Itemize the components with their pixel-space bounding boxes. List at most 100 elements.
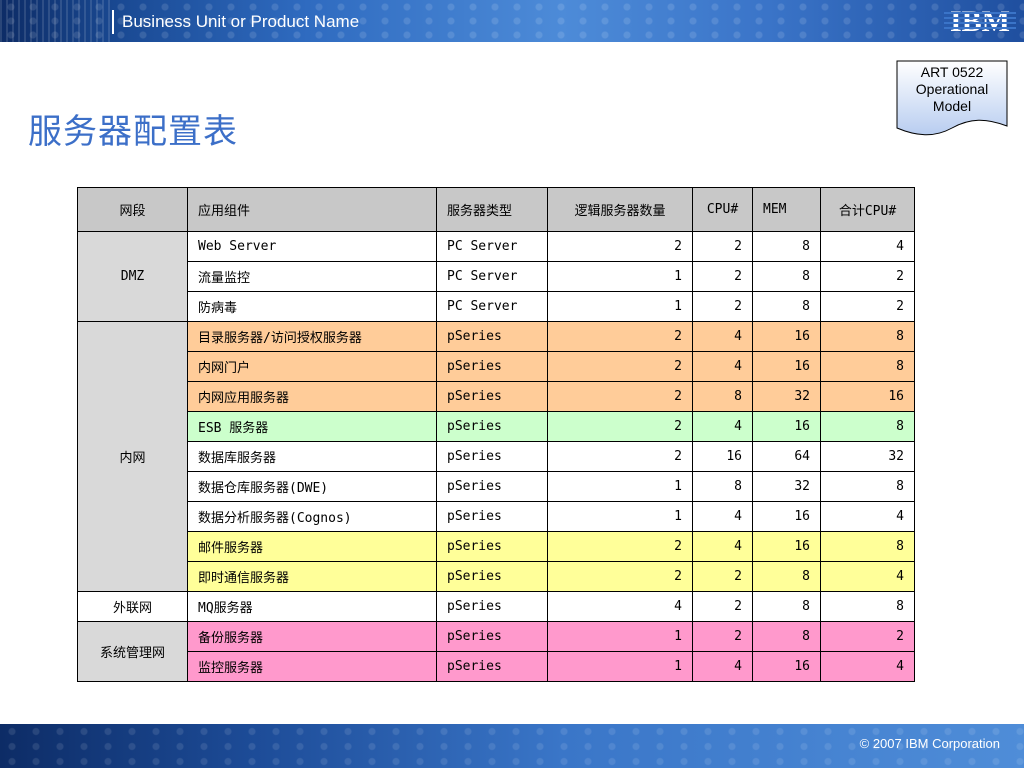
table-cell: 2 (692, 561, 753, 592)
table-cell: 4 (692, 321, 753, 352)
ibm-logo-icon: IBM (944, 6, 1016, 36)
table-row: 内网 目录服务器/访问授权服务器 pSeries 2 4 16 8 (77, 321, 915, 592)
header-stripe-pattern (0, 0, 110, 42)
table-cell: 2 (820, 261, 915, 292)
table-cell: pSeries (436, 531, 548, 562)
header-title-wrap: Business Unit or Product Name (112, 9, 359, 35)
column-header: 服务器类型 (436, 187, 548, 232)
table-cell: PC Server (436, 291, 548, 322)
table-cell: 8 (820, 411, 915, 442)
badge-line: Operational (915, 81, 989, 97)
table-row: 邮件服务器 pSeries 2 4 16 8 (78, 531, 915, 562)
table-cell: 1 (547, 291, 693, 322)
table-row: 内网应用服务器 pSeries 2 8 32 16 (78, 381, 915, 412)
table-cell: 数据仓库服务器(DWE) (187, 471, 437, 502)
server-config-table: 网段 应用组件 服务器类型 逻辑服务器数量 CPU# MEM 合计CPU# DM… (77, 187, 915, 682)
table-cell: pSeries (436, 651, 548, 682)
table-row: 外联网 MQ服务器 pSeries 4 2 8 8 (77, 591, 915, 622)
table-cell: 8 (752, 621, 821, 652)
header-title: Business Unit or Product Name (122, 12, 360, 31)
column-header: MEM (752, 187, 821, 232)
table-cell: 4 (820, 651, 915, 682)
table-row: 内网门户 pSeries 2 4 16 8 (78, 351, 915, 382)
table-row: 数据分析服务器(Cognos) pSeries 1 4 16 4 (78, 501, 915, 532)
badge-line: ART 0522 (920, 64, 984, 80)
table-cell: 8 (820, 471, 915, 502)
table-cell: 2 (547, 441, 693, 472)
table-cell: Web Server (187, 231, 437, 262)
table-cell: 备份服务器 (187, 621, 437, 652)
table-cell: pSeries (436, 321, 548, 352)
table-cell: 目录服务器/访问授权服务器 (187, 321, 437, 352)
table-cell: 8 (692, 471, 753, 502)
table-row: DMZ Web Server PC Server 2 2 8 4 (77, 231, 915, 322)
table-cell: 2 (692, 231, 753, 262)
table-cell: pSeries (436, 411, 548, 442)
table-cell: 2 (547, 231, 693, 262)
table-cell: 监控服务器 (187, 651, 437, 682)
table-cell: 8 (752, 231, 821, 262)
table-cell: 8 (752, 561, 821, 592)
table-cell: 1 (547, 261, 693, 292)
header-band: Business Unit or Product Name IBM (0, 0, 1024, 42)
copyright-text: © 2007 IBM Corporation (859, 736, 1000, 751)
page-title: 服务器配置表 (28, 112, 238, 152)
table-cell: 2 (820, 621, 915, 652)
table-row: ESB 服务器 pSeries 2 4 16 8 (78, 411, 915, 442)
table-cell: 4 (692, 531, 753, 562)
column-header: 应用组件 (187, 187, 437, 232)
header-divider (112, 10, 114, 34)
segment-cell: DMZ (77, 231, 188, 322)
table-cell: 8 (820, 531, 915, 562)
table-cell: 流量监控 (187, 261, 437, 292)
table-header-row: 网段 应用组件 服务器类型 逻辑服务器数量 CPU# MEM 合计CPU# (77, 187, 915, 232)
table-cell: 1 (547, 471, 693, 502)
table-cell: 2 (547, 531, 693, 562)
table-cell: 2 (692, 261, 753, 292)
column-header: CPU# (692, 187, 753, 232)
table-cell: 16 (692, 441, 753, 472)
table-cell: 数据库服务器 (187, 441, 437, 472)
table-cell: 2 (547, 381, 693, 412)
table-cell: 1 (547, 501, 693, 532)
table-cell: 2 (547, 351, 693, 382)
table-cell: 邮件服务器 (187, 531, 437, 562)
table-cell: pSeries (436, 441, 548, 472)
table-cell: pSeries (436, 591, 548, 622)
table-cell: 即时通信服务器 (187, 561, 437, 592)
column-header: 合计CPU# (820, 187, 915, 232)
badge-line: Model (932, 98, 972, 114)
table-row: 防病毒 PC Server 1 2 8 2 (78, 291, 915, 322)
table-cell: 2 (692, 621, 753, 652)
table-cell: 4 (820, 231, 915, 262)
table-cell: 内网应用服务器 (187, 381, 437, 412)
table-row: 即时通信服务器 pSeries 2 2 8 4 (78, 561, 915, 592)
table-cell: 32 (752, 471, 821, 502)
table-cell: 4 (692, 501, 753, 532)
table-cell: 16 (752, 501, 821, 532)
table-cell: 2 (547, 321, 693, 352)
table-cell: 2 (692, 291, 753, 322)
table-cell: 2 (547, 561, 693, 592)
table-row: 数据仓库服务器(DWE) pSeries 1 8 32 8 (78, 471, 915, 502)
table-cell: 2 (547, 411, 693, 442)
table-cell: 8 (752, 291, 821, 322)
badge-text: ART 0522 Operational Model (896, 64, 1008, 115)
table-row: 流量监控 PC Server 1 2 8 2 (78, 261, 915, 292)
table-cell: pSeries (436, 381, 548, 412)
table-cell: PC Server (436, 231, 548, 262)
table-cell: 防病毒 (187, 291, 437, 322)
table-cell: 64 (752, 441, 821, 472)
table-cell: 1 (547, 621, 693, 652)
segment-cell: 系统管理网 (77, 621, 188, 682)
segment-cell: 内网 (77, 321, 188, 592)
table-cell: 16 (752, 321, 821, 352)
table-cell: 4 (692, 351, 753, 382)
column-header: 逻辑服务器数量 (547, 187, 693, 232)
table-row: 监控服务器 pSeries 1 4 16 4 (78, 651, 915, 682)
ibm-logo-text: IBM (950, 6, 1010, 36)
document-badge: ART 0522 Operational Model (896, 60, 1008, 138)
table-cell: 8 (820, 591, 915, 622)
table-cell: 8 (752, 591, 821, 622)
table-cell: 内网门户 (187, 351, 437, 382)
